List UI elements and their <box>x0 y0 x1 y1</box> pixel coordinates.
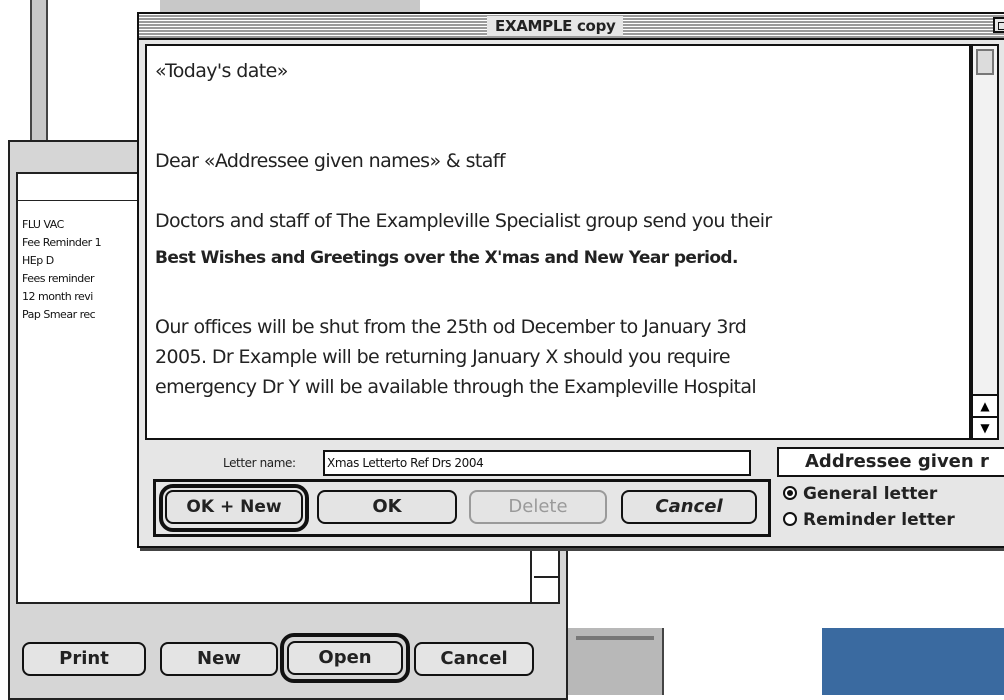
letter-line: emergency Dr Y will be available through… <box>155 376 757 398</box>
background-strip <box>568 628 664 695</box>
radio-unselected-icon <box>783 512 797 526</box>
zoom-box-icon[interactable] <box>993 17 1004 33</box>
delete-button[interactable]: Delete <box>469 490 607 524</box>
list-item[interactable]: Fee Reminder 1 <box>22 236 102 249</box>
list-item[interactable]: Pap Smear rec <box>22 308 96 321</box>
letter-line: Dear «Addressee given names» & staff <box>155 150 506 172</box>
window-title: EXAMPLE copy <box>487 16 624 36</box>
letter-body-editor[interactable]: «Today's date» Dear «Addressee given nam… <box>145 44 971 440</box>
scroll-up-arrow-icon[interactable]: ▲ <box>973 394 997 416</box>
letter-line: Our offices will be shut from the 25th o… <box>155 316 747 338</box>
general-letter-radio[interactable]: General letter <box>783 484 937 504</box>
list-item[interactable]: 12 month revi <box>22 290 93 303</box>
cancel-letter-button[interactable]: Cancel <box>621 490 757 524</box>
new-button[interactable]: New <box>160 642 278 676</box>
scrollbar-corner <box>534 576 558 602</box>
reminder-letter-radio[interactable]: Reminder letter <box>783 510 955 530</box>
reminder-letter-label: Reminder letter <box>803 510 955 530</box>
letter-name-label: Letter name: <box>223 456 296 470</box>
letter-line: «Today's date» <box>155 60 288 82</box>
background-bar-top <box>160 0 420 12</box>
list-item[interactable]: Fees reminder <box>22 272 95 285</box>
letter-name-field[interactable]: Xmas Letterto Ref Drs 2004 <box>323 450 751 476</box>
list-item[interactable]: FLU VAC <box>22 218 64 231</box>
letter-editor-window: EXAMPLE copy «Today's date» Dear «Addres… <box>137 12 1004 548</box>
letter-line: 2005. Dr Example will be returning Janua… <box>155 346 731 368</box>
ok-button[interactable]: OK <box>317 490 457 524</box>
letter-scrollbar[interactable]: ▲ ▼ <box>971 44 999 440</box>
radio-selected-icon <box>783 486 797 500</box>
list-item[interactable]: HEp D <box>22 254 54 267</box>
addressee-field-popup[interactable]: Addressee given r <box>777 447 1004 477</box>
background-bar-left <box>30 0 48 140</box>
cancel-button[interactable]: Cancel <box>414 642 534 676</box>
letter-line: Best Wishes and Greetings over the X'mas… <box>155 248 738 268</box>
ok-new-button[interactable]: OK + New <box>165 490 303 524</box>
general-letter-label: General letter <box>803 484 938 504</box>
scroll-down-arrow-icon[interactable]: ▼ <box>973 416 997 438</box>
print-button[interactable]: Print <box>22 642 146 676</box>
title-bar[interactable]: EXAMPLE copy <box>139 14 1004 40</box>
background-blue-panel <box>822 628 1004 695</box>
letter-line: Doctors and staff of The Exampleville Sp… <box>155 210 772 232</box>
open-button[interactable]: Open <box>287 641 403 675</box>
scroll-thumb[interactable] <box>976 49 994 75</box>
